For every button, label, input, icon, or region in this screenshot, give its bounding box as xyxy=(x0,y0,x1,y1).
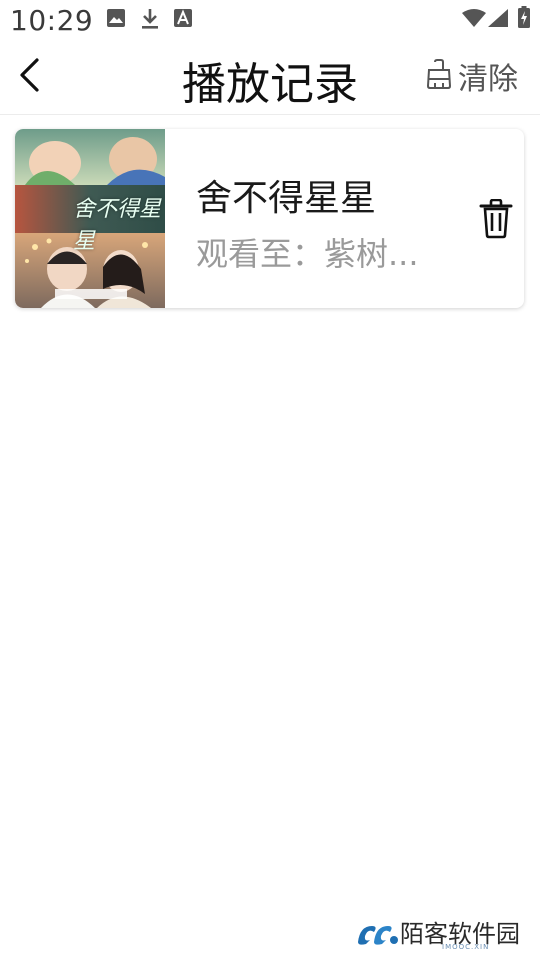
watch-progress-text: 观看至：紫树... xyxy=(196,235,419,273)
history-record-card[interactable]: 舍不得星星 舍不得星星 观看至：紫树... xyxy=(15,129,524,308)
broom-icon xyxy=(426,59,452,93)
poster-title-text: 舍不得星星 xyxy=(73,197,162,254)
download-icon xyxy=(140,8,160,34)
wifi-icon xyxy=(462,9,486,31)
status-bar: 10:29 xyxy=(0,0,540,40)
image-icon xyxy=(106,8,126,32)
font-icon xyxy=(174,8,192,32)
watermark-subtext: IMOOC.XIN xyxy=(442,943,490,951)
show-title: 舍不得星星 xyxy=(196,178,377,219)
poster-thumbnail[interactable]: 舍不得星星 xyxy=(15,129,165,308)
battery-charging-icon xyxy=(518,6,530,32)
trash-icon xyxy=(478,198,514,243)
clear-label: 清除 xyxy=(458,62,518,97)
clear-button[interactable]: 清除 xyxy=(426,54,518,98)
signal-icon xyxy=(488,9,508,31)
status-time: 10:29 xyxy=(10,4,94,37)
app-header: 播放记录 清除 xyxy=(0,40,540,115)
watermark-logo-icon xyxy=(356,920,400,950)
delete-record-button[interactable] xyxy=(478,198,514,239)
